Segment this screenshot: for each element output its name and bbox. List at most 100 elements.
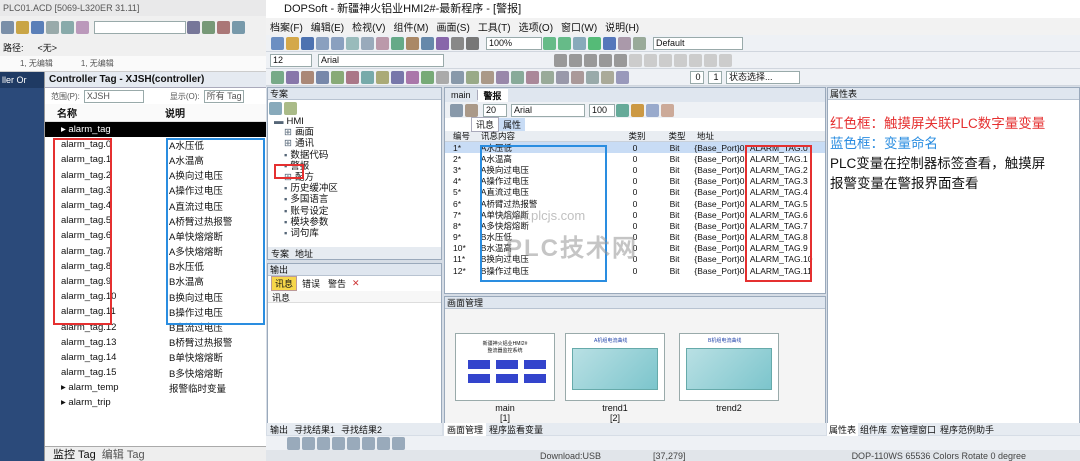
name-column[interactable]: 名称 [45,105,161,120]
col-category[interactable]: 类别 [617,130,657,142]
tag-row[interactable]: alarm_tag.13 B桥臂过热报警 [45,335,266,350]
tag-row[interactable]: ▸ alarm_trip [45,395,266,410]
state-number-2[interactable]: 1 [708,70,722,84]
menu-item[interactable]: 窗口(W) [561,19,597,34]
address-tab[interactable]: 地址 [292,247,316,260]
undo-icon[interactable] [316,36,329,50]
output-tab[interactable]: 输出 [267,423,291,436]
align-icon[interactable] [287,436,300,450]
keypad-icon[interactable] [481,70,494,84]
add-row-icon[interactable] [450,103,463,117]
font-size-combo[interactable]: 12 [270,53,312,67]
circle-icon[interactable] [316,70,329,84]
open-icon[interactable] [286,36,299,50]
video-icon[interactable] [571,70,584,84]
show-select[interactable]: 所有 Tag [203,89,244,103]
line-icon[interactable] [286,70,299,84]
tree-item[interactable]: ⊞ 通讯 [268,138,441,149]
print-icon[interactable] [436,36,449,50]
align-left-icon[interactable] [629,53,642,67]
message-tab[interactable]: 讯息 [271,276,298,291]
menu-item[interactable]: 选项(O) [519,19,553,34]
copy-icon[interactable] [61,20,74,34]
edit-tag-tab[interactable]: 编辑 Tag [102,446,145,461]
col-type[interactable]: 类型 [657,130,697,142]
screen-thumbnail[interactable]: B机组电流曲线 [679,333,779,401]
style-combo[interactable]: Default [653,36,743,50]
tree-item[interactable]: ▪ 数据代码 [268,150,441,161]
sub-screen-icon[interactable] [601,70,614,84]
save-icon[interactable] [31,20,44,34]
tree-item[interactable]: ⊞ 画面 [268,127,441,138]
find-icon[interactable] [187,20,200,34]
new-icon[interactable] [271,36,284,50]
text-icon[interactable] [406,70,419,84]
bold-icon[interactable] [584,53,597,67]
doc-zoom[interactable]: 100 [589,103,615,117]
rotate-icon[interactable] [603,36,616,50]
paste-icon[interactable] [376,36,389,50]
delete-row-icon[interactable] [465,103,478,117]
find-result-2-tab[interactable]: 寻找结果2 [338,423,385,436]
menu-item[interactable]: 检视(V) [352,19,385,34]
component-library-tab[interactable]: 组件库 [858,423,889,436]
menu-item[interactable]: 画面(S) [436,19,469,34]
paste-icon[interactable] [76,20,89,34]
zoom-combo[interactable]: 100% [486,36,542,50]
alarm-doc-tab[interactable]: 警报 [477,88,508,102]
align-icon[interactable] [332,436,345,450]
path-value[interactable]: <无> [24,41,58,54]
group-icon[interactable] [719,53,732,67]
find-result-1-tab[interactable]: 寻找结果1 [291,423,338,436]
error-tab[interactable]: 错误 [299,277,323,290]
compile-icon[interactable] [391,36,404,50]
screen-thumbnail[interactable]: A机组电流曲线 [565,333,665,401]
tree-item[interactable]: ▪ 多国语言 [268,194,441,205]
tree-item[interactable]: ▪ 账号设定 [268,206,441,217]
font-shrink-icon[interactable] [569,53,582,67]
clear-icon[interactable]: ✕ [352,278,360,289]
tree-item[interactable]: ▪ 模块参数 [268,217,441,228]
grid-icon[interactable] [451,36,464,50]
tag-row[interactable]: alarm_tag.15 B多快熔熔断 [45,365,266,380]
cut-icon[interactable] [46,20,59,34]
font-combo[interactable]: Arial [318,53,444,67]
align-center-icon[interactable] [644,53,657,67]
align-icon[interactable] [302,436,315,450]
input-icon[interactable] [496,70,509,84]
zoom-in-icon[interactable] [543,36,556,50]
screen-thumbnail[interactable]: 新疆神火铝业HMI2# 整流器监控系统 [455,333,555,401]
tag-row[interactable]: ▸ alarm_tag [45,122,266,138]
export-icon[interactable] [661,103,674,117]
tree-item[interactable]: ▪ 历史缓冲区 [268,183,441,194]
menu-item[interactable]: 档案(F) [270,19,303,34]
history-icon[interactable] [541,70,554,84]
state-combo[interactable]: 状态选择... [726,70,800,84]
tool-icon[interactable] [1,20,14,34]
project-tab[interactable]: 专案 [268,247,292,260]
sample-helper-tab[interactable]: 程序范例助手 [938,423,996,436]
ladder-icon[interactable] [586,70,599,84]
desc-column[interactable]: 说明 [161,105,185,120]
align-icon[interactable] [377,436,390,450]
trend-icon[interactable] [451,70,464,84]
col-message[interactable]: 讯息内容 [479,130,617,142]
align-icon[interactable] [317,436,330,450]
font-grow-icon[interactable] [554,53,567,67]
main-doc-tab[interactable]: main [445,90,478,100]
download-icon[interactable] [217,20,230,34]
open-icon[interactable] [16,20,29,34]
save-icon[interactable] [301,36,314,50]
bar-icon[interactable] [376,70,389,84]
doc-font-size[interactable]: 20 [483,103,507,117]
tree-item[interactable]: ▬ HMI [268,116,441,127]
align-icon[interactable] [362,436,375,450]
scope-select[interactable]: XJSH [83,89,144,103]
tree-item[interactable]: ▪ 词句库 [268,228,441,239]
verify-icon[interactable] [202,20,215,34]
loop-icon[interactable] [618,36,631,50]
pen-icon[interactable] [271,70,284,84]
property-tab[interactable]: 属性表 [827,422,859,436]
redo-icon[interactable] [331,36,344,50]
refresh-icon[interactable] [588,36,601,50]
